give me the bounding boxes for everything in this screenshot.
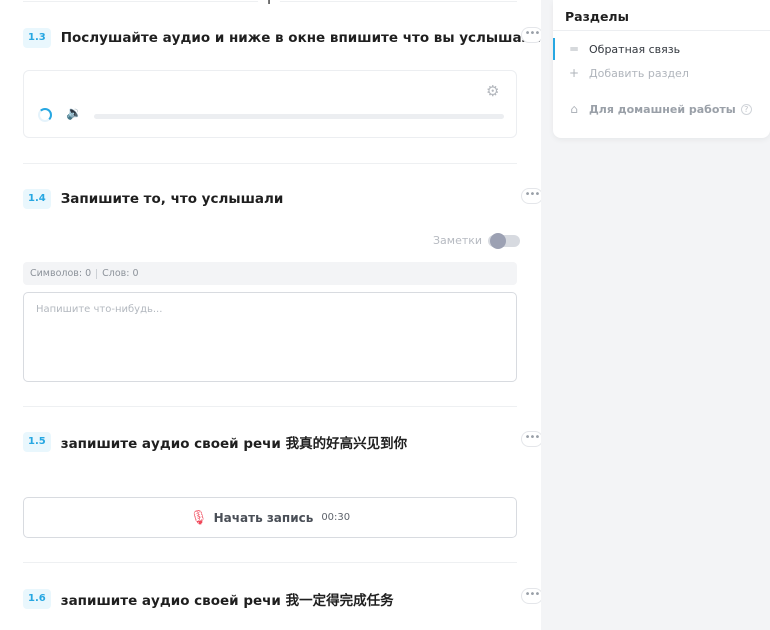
home-icon: ⌂ (570, 102, 578, 116)
task-number: 1.5 (23, 432, 51, 452)
answer-textarea[interactable]: Напишите что-нибудь... (23, 292, 517, 382)
plus-icon: + (568, 66, 580, 80)
gear-icon[interactable]: ⚙ (486, 83, 502, 99)
audio-player: ⚙ 🔉 (23, 70, 517, 138)
task-title: Послушайте аудио и ниже в окне впишите ч… (60, 30, 541, 46)
page: + 1.3 Послушайте аудио и ниже в окне впи… (0, 0, 770, 630)
char-count: Символов: 0 (30, 268, 92, 279)
divider (96, 268, 98, 279)
textarea-placeholder: Напишите что-нибудь... (36, 304, 163, 315)
help-icon[interactable]: ? (740, 103, 752, 115)
audio-progress-track[interactable] (94, 114, 504, 119)
spinner-icon (38, 108, 52, 122)
task-title: запишите аудио своей речи 我真的好高兴见到你 (60, 436, 408, 452)
notes-toggle[interactable] (488, 232, 521, 249)
task-header-1-4: 1.4 Запишите то, что услышали (23, 189, 283, 209)
text-counter: Символов: 0 Слов: 0 (23, 262, 517, 285)
word-count: Слов: 0 (102, 268, 139, 279)
task-title: запишите аудио своей речи 我一定得完成任务 (60, 593, 394, 609)
toggle-knob (490, 232, 507, 249)
lesson-editor: + 1.3 Послушайте аудио и ниже в окне впи… (0, 0, 543, 630)
notes-label: Заметки (433, 234, 483, 247)
task-more-button[interactable]: ••• (521, 588, 543, 604)
task-more-button[interactable]: ••• (521, 27, 543, 43)
task-number: 1.6 (23, 589, 51, 609)
divider (553, 30, 770, 31)
sidebar-item-add-section[interactable]: + Добавить раздел (567, 66, 689, 80)
active-indicator (553, 38, 555, 60)
lines-icon: ═ (570, 42, 578, 56)
record-label: Начать запись (213, 510, 314, 525)
add-block-button[interactable]: + (258, 0, 280, 12)
task-header-1-3: 1.3 Послушайте аудио и ниже в окне впиши… (23, 28, 541, 48)
sidebar-item-label: Для домашней работы (589, 102, 736, 116)
task-more-button[interactable]: ••• (521, 188, 543, 204)
task-header-1-5: 1.5 запишите аудио своей речи 我真的好高兴见到你 (23, 432, 407, 452)
divider (23, 163, 517, 164)
divider (23, 406, 517, 407)
mic-icon: 🎙 (189, 509, 208, 526)
task-title: Запишите то, что услышали (60, 191, 284, 207)
notes-toggle-group: Заметки (433, 232, 521, 249)
task-number: 1.3 (23, 28, 51, 48)
start-recording-button[interactable]: 🎙 Начать запись 00:30 (23, 497, 517, 538)
panel-title: Разделы (565, 9, 629, 24)
sections-panel: Разделы ═ Обратная связь + Добавить разд… (553, 0, 770, 138)
sidebar-item-label: Обратная связь (589, 42, 681, 56)
task-more-button[interactable]: ••• (521, 431, 543, 447)
divider (23, 562, 517, 563)
task-number: 1.4 (23, 189, 51, 209)
record-time: 00:30 (321, 512, 351, 523)
sidebar-item-homework[interactable]: ⌂ Для домашней работы ? (567, 102, 752, 116)
task-header-1-6: 1.6 запишите аудио своей речи 我一定得完成任务 (23, 589, 394, 609)
volume-icon[interactable]: 🔉 (66, 107, 82, 121)
sidebar-item-label: Добавить раздел (589, 66, 689, 80)
sidebar-item-feedback[interactable]: ═ Обратная связь (567, 42, 680, 56)
